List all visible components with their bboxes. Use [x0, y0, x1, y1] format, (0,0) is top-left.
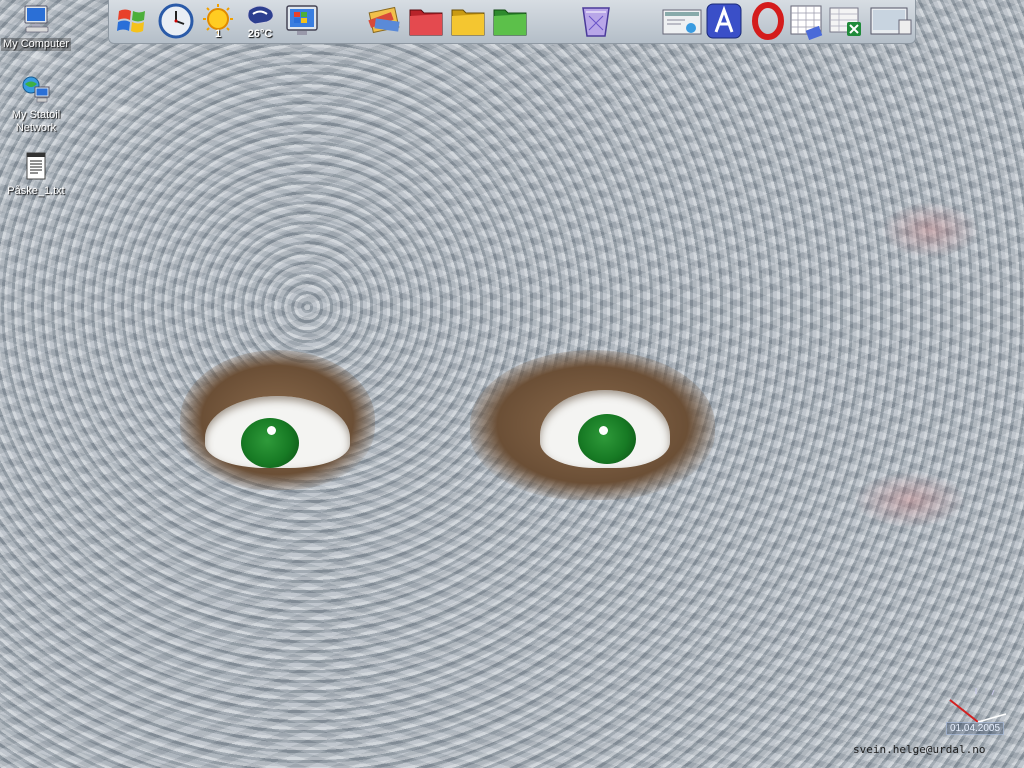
recycle-bin-icon [582, 7, 610, 37]
computer-icon [20, 3, 52, 35]
opera-browser-icon [752, 2, 784, 40]
letter-a-app-icon [706, 3, 742, 39]
dock-windows-start[interactable] [113, 2, 151, 40]
dock-control-panel[interactable] [661, 2, 703, 40]
sun-badge: 1 [214, 28, 222, 40]
dock-opera[interactable] [749, 2, 787, 40]
dock-clock[interactable] [157, 2, 195, 40]
red-folder-icon [409, 9, 443, 36]
desktop-icon-my-computer[interactable]: My Computer [0, 3, 72, 51]
windows-logo-icon [117, 9, 145, 33]
calendar-icon [790, 5, 823, 41]
clock-hands-icon [949, 688, 1007, 723]
dock-excel[interactable] [827, 2, 865, 40]
dock-toolbar: 1 26°C [108, 0, 916, 44]
applications-icon [368, 6, 400, 34]
dock-weather-temp[interactable]: 26°C [241, 2, 279, 40]
network-icon [20, 74, 52, 106]
dock-calendar[interactable] [787, 2, 825, 41]
green-folder-icon [493, 9, 527, 36]
dock-applications[interactable] [365, 2, 403, 40]
clock-icon [158, 3, 194, 39]
monitor-icon [286, 5, 318, 35]
temperature-badge: 26°C [247, 28, 273, 40]
excel-icon [829, 7, 861, 36]
right-eye-glint [599, 426, 608, 435]
desktop-icon-label: Påske_1.txt [7, 185, 65, 197]
desktop-icon-label: My Computer [0, 38, 72, 51]
wallpaper-signature: svein.helge@urdal.no [853, 743, 986, 756]
dock-folder-red[interactable] [407, 2, 445, 40]
text-file-icon [20, 150, 52, 182]
dock-display[interactable] [283, 2, 321, 40]
clock-widget[interactable]: 01.04.2005 [942, 686, 1014, 740]
control-panel-icon [662, 9, 702, 35]
left-eye-glint [267, 426, 276, 435]
dock-desktop-window[interactable] [869, 2, 913, 40]
dock-app-a[interactable] [705, 2, 743, 40]
dock-folder-green[interactable] [491, 2, 529, 40]
desktop-icon-my-statoil-network[interactable]: My Statoil Network [0, 74, 72, 135]
dock-folder-yellow[interactable] [449, 2, 487, 40]
right-iris [578, 414, 636, 464]
desktop-icon-label: My Statoil Network [11, 109, 61, 134]
desktop-icon-paske-txt[interactable]: Påske_1.txt [0, 150, 72, 198]
dock-recycle-bin[interactable] [577, 2, 615, 40]
red-marks [850, 170, 1024, 570]
yellow-folder-icon [451, 9, 485, 36]
dock-weather-sun[interactable]: 1 [199, 2, 237, 40]
clock-date: 01.04.2005 [946, 722, 1005, 735]
window-icon [870, 7, 912, 35]
